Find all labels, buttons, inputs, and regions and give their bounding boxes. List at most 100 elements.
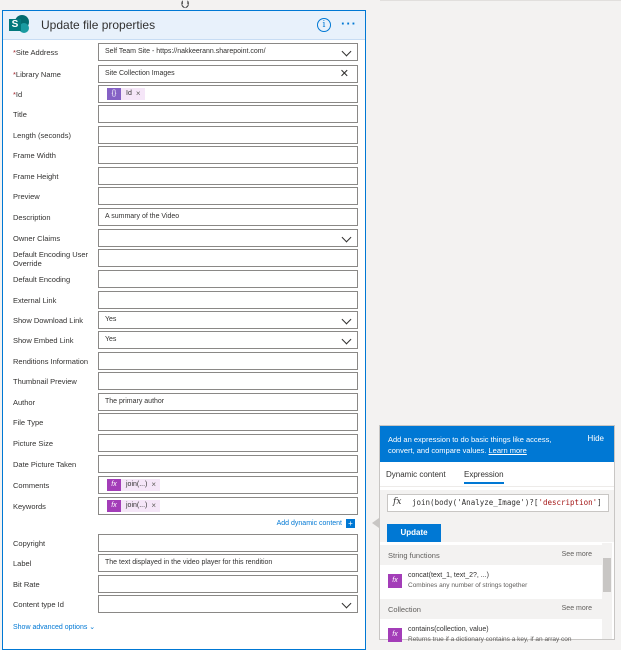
field-input[interactable] bbox=[98, 270, 358, 288]
field-label-text: Frame Height bbox=[13, 172, 59, 181]
field-label: Preview bbox=[13, 187, 97, 207]
chevron-down-icon[interactable] bbox=[341, 232, 352, 243]
field-label-text: Library Name bbox=[15, 70, 61, 79]
function-list-scrollbar[interactable] bbox=[602, 543, 612, 639]
function-name: concat(text_1, text_2?, ...) bbox=[408, 572, 489, 579]
add-dynamic-content-link[interactable]: Add dynamic content + bbox=[277, 519, 355, 528]
fx-icon: fx bbox=[393, 497, 402, 507]
chevron-down-icon[interactable] bbox=[341, 46, 352, 57]
remove-token-icon[interactable]: × bbox=[151, 479, 156, 491]
token-label: join(...) bbox=[126, 481, 148, 488]
scrollbar-thumb[interactable] bbox=[603, 558, 611, 592]
field-input[interactable]: A summary of the Video bbox=[98, 208, 358, 226]
field-value: A summary of the Video bbox=[105, 213, 180, 220]
token-label: join(...) bbox=[126, 502, 148, 509]
field-row: *Library Name Site Collection Images ✕ bbox=[3, 65, 367, 85]
field-label-text: External Link bbox=[13, 296, 57, 305]
dynamic-token[interactable]: fx join(...) × bbox=[107, 500, 161, 512]
expression-input[interactable]: fx join(body('Analyze_Image')?['descript… bbox=[387, 494, 609, 512]
tab-dynamic-content[interactable]: Dynamic content bbox=[386, 470, 446, 479]
field-input[interactable] bbox=[98, 352, 358, 370]
field-input[interactable] bbox=[98, 167, 358, 185]
function-section-header: Collection See more bbox=[380, 599, 602, 619]
field-label: Bit Rate bbox=[13, 575, 97, 595]
field-label: Copyright bbox=[13, 534, 97, 554]
field-input[interactable] bbox=[98, 434, 358, 452]
field-dropdown[interactable] bbox=[98, 229, 358, 247]
dynamic-token[interactable]: fx join(...) × bbox=[107, 479, 161, 491]
field-row: Preview bbox=[3, 187, 367, 207]
show-advanced-options-link[interactable]: Show advanced options ⌄ bbox=[13, 623, 95, 631]
field-row: Author The primary author bbox=[3, 393, 367, 413]
field-dropdown[interactable] bbox=[98, 595, 358, 613]
field-row: Keywords fx join(...) × bbox=[3, 497, 367, 517]
chevron-down-icon[interactable] bbox=[341, 334, 352, 345]
function-item[interactable]: fx concat(text_1, text_2?, ...) Combines a… bbox=[380, 569, 602, 595]
field-input[interactable] bbox=[98, 126, 358, 144]
field-label-text: Preview bbox=[13, 192, 40, 201]
field-input[interactable] bbox=[98, 455, 358, 473]
field-row: *Id {} Id × bbox=[3, 85, 367, 105]
field-label: Show Download Link bbox=[13, 311, 97, 331]
field-input[interactable] bbox=[98, 534, 358, 552]
field-input[interactable] bbox=[98, 187, 358, 205]
info-icon[interactable]: i bbox=[317, 18, 331, 32]
field-label-text: Id bbox=[15, 90, 23, 99]
function-item[interactable]: fx contains(collection, value) Returns tru… bbox=[380, 623, 602, 649]
more-options-icon[interactable]: ··· bbox=[341, 16, 357, 31]
field-input[interactable]: {} Id × bbox=[98, 85, 358, 103]
field-row: Thumbnail Preview bbox=[3, 372, 367, 392]
add-icon: + bbox=[346, 519, 355, 528]
learn-more-link[interactable]: Learn more bbox=[488, 446, 526, 455]
dynamic-token[interactable]: {} Id × bbox=[107, 88, 145, 100]
field-label: Label bbox=[13, 554, 97, 574]
field-label-text: Frame Width bbox=[13, 151, 56, 160]
chevron-down-icon[interactable] bbox=[341, 314, 352, 325]
field-row: Length (seconds) bbox=[3, 126, 367, 146]
field-dropdown[interactable]: Self Team Site - https://nakkeerann.shar… bbox=[98, 43, 358, 61]
field-label: File Type bbox=[13, 413, 97, 433]
section-title: String functions bbox=[388, 551, 440, 560]
remove-token-icon[interactable]: × bbox=[136, 88, 141, 100]
tab-expression[interactable]: Expression bbox=[464, 470, 504, 484]
field-label-text: Length (seconds) bbox=[13, 131, 71, 140]
update-button[interactable]: Update bbox=[387, 524, 441, 542]
field-input[interactable] bbox=[98, 372, 358, 390]
field-input[interactable]: Site Collection Images ✕ bbox=[98, 65, 358, 83]
field-label-text: Author bbox=[13, 398, 36, 407]
card-header[interactable]: S Update file properties i ··· bbox=[3, 11, 365, 40]
field-dropdown[interactable]: Yes bbox=[98, 311, 358, 329]
field-label-text: Owner Claims bbox=[13, 234, 61, 243]
field-label: Author bbox=[13, 393, 97, 413]
fx-icon: fx bbox=[388, 574, 402, 588]
field-label-text: Default Encoding bbox=[13, 275, 71, 284]
field-input[interactable]: The primary author bbox=[98, 393, 358, 411]
field-label-text: Picture Size bbox=[13, 439, 54, 448]
remove-token-icon[interactable]: × bbox=[151, 500, 156, 512]
field-input[interactable] bbox=[98, 291, 358, 309]
field-input[interactable] bbox=[98, 575, 358, 593]
fx-icon: fx bbox=[107, 479, 121, 491]
field-label-text: File Type bbox=[13, 418, 44, 427]
clear-icon[interactable]: ✕ bbox=[340, 66, 349, 82]
field-input[interactable] bbox=[98, 249, 358, 267]
field-input[interactable]: The text displayed in the video player f… bbox=[98, 554, 358, 572]
field-row: Date Picture Taken bbox=[3, 455, 367, 475]
panel-pointer bbox=[372, 518, 379, 528]
field-input[interactable]: fx join(...) × bbox=[98, 476, 358, 494]
chevron-down-icon[interactable] bbox=[341, 598, 352, 609]
field-input[interactable]: fx join(...) × bbox=[98, 497, 358, 515]
sharepoint-logo-icon: S bbox=[9, 15, 29, 35]
field-input[interactable] bbox=[98, 105, 358, 123]
hide-button[interactable]: Hide bbox=[588, 434, 604, 443]
field-label-text: Show Embed Link bbox=[13, 336, 74, 345]
field-label-text: Label bbox=[13, 559, 32, 568]
field-label: *Library Name bbox=[13, 65, 97, 85]
field-label: Default Encoding User Override bbox=[13, 250, 97, 270]
field-dropdown[interactable]: Yes bbox=[98, 331, 358, 349]
see-more-link[interactable]: See more bbox=[562, 605, 592, 612]
field-input[interactable] bbox=[98, 413, 358, 431]
update-file-properties-card: S Update file properties i ··· *Site Add… bbox=[2, 10, 366, 650]
field-input[interactable] bbox=[98, 146, 358, 164]
see-more-link[interactable]: See more bbox=[562, 551, 592, 558]
